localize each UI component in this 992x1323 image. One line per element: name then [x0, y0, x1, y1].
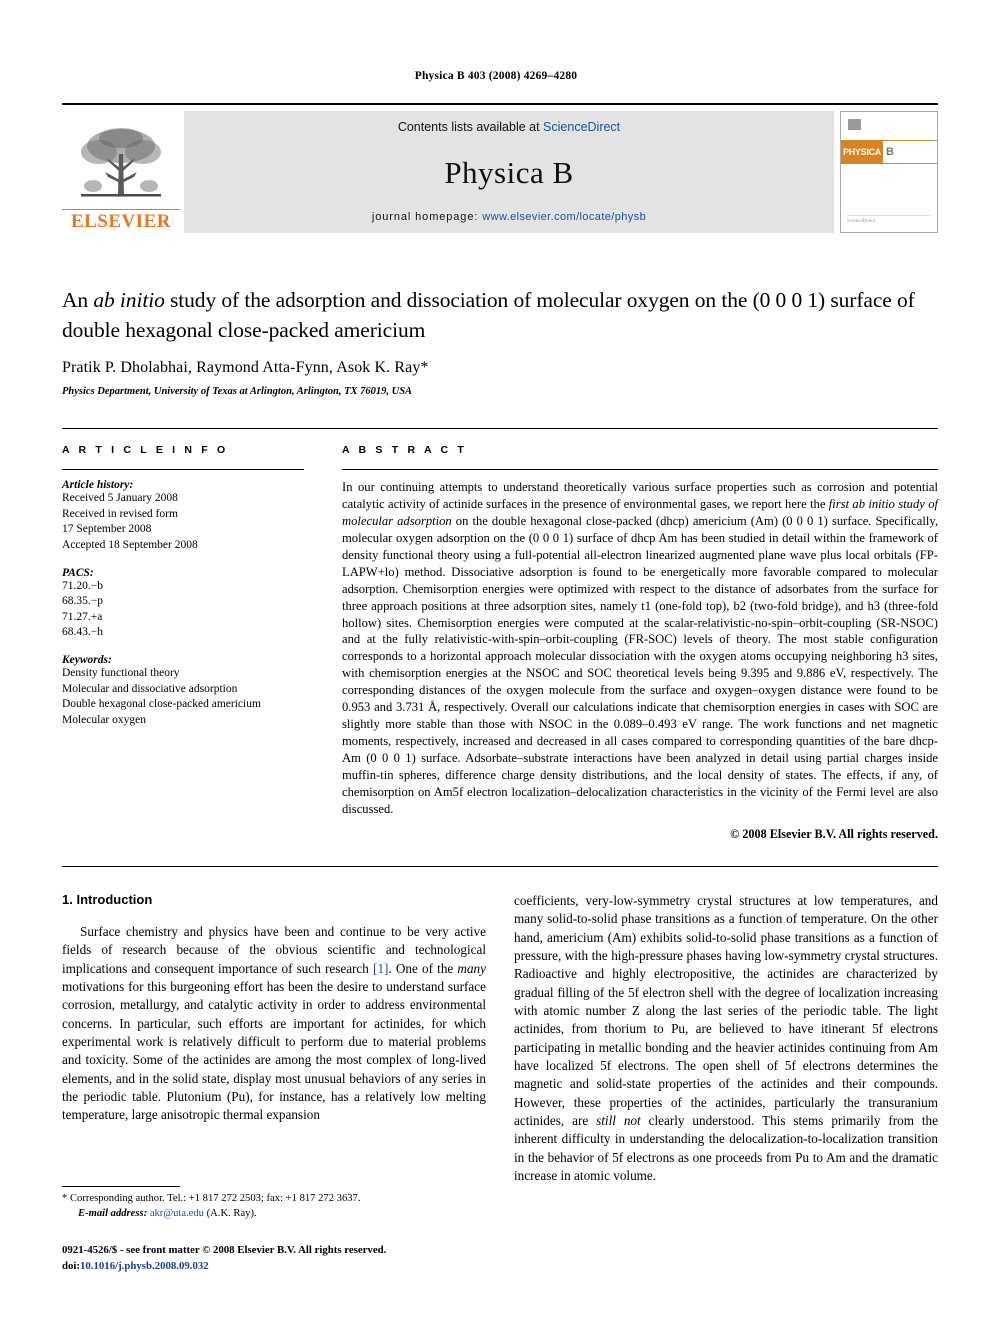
section-heading-introduction: 1. Introduction	[62, 892, 153, 907]
journal-homepage-link[interactable]: www.elsevier.com/locate/physb	[482, 211, 646, 223]
corresponding-author-footnote: * Corresponding author. Tel.: +1 817 272…	[62, 1186, 486, 1222]
pacs-item: 71.27.+a	[62, 610, 103, 623]
issn-line: 0921-4526/$ - see front matter © 2008 El…	[62, 1244, 387, 1256]
article-history-title: Article history:	[62, 479, 134, 491]
keyword-item: Density functional theory	[62, 667, 180, 679]
body-top-rule	[62, 866, 938, 867]
pacs-title: PACS:	[62, 566, 94, 579]
homepage-prefix: journal homepage:	[371, 211, 483, 223]
intro-left-italic: many	[457, 960, 486, 976]
intro-paragraph-right: coefficients, very-low-symmetry crystal …	[514, 892, 938, 1186]
pacs-item: 68.35.−p	[62, 595, 103, 608]
pacs-item: 68.43.−h	[62, 626, 103, 639]
journal-homepage-line: journal homepage: www.elsevier.com/locat…	[372, 211, 646, 223]
contents-available-line: Contents lists available at ScienceDirec…	[398, 120, 620, 134]
title-italic: ab initio	[93, 288, 165, 312]
email-suffix: (A.K. Ray).	[203, 1208, 257, 1220]
cover-title-band: PHYSICA B	[841, 140, 937, 164]
email-address-label: E-mail address:	[78, 1208, 148, 1220]
title-post: study of the adsorption and dissociation…	[164, 288, 717, 312]
sciencedirect-link[interactable]: ScienceDirect	[543, 120, 620, 134]
article-history-item: 17 September 2008	[62, 523, 152, 536]
affiliation: Physics Department, University of Texas …	[62, 386, 413, 398]
keyword-item: Molecular oxygen	[62, 713, 146, 726]
intro-paragraph-left: Surface chemistry and physics have been …	[62, 923, 486, 1125]
article-history-item: Received in revised form	[62, 507, 178, 520]
doi-line: doi:10.1016/j.physb.2008.09.032	[62, 1259, 562, 1275]
intro-right-part-1: coefficients, very-low-symmetry crystal …	[514, 893, 938, 1129]
article-info-rule	[62, 469, 304, 470]
abstract-rule	[342, 469, 938, 470]
running-head: Physica B 403 (2008) 4269–4280	[414, 70, 578, 82]
article-history-item: Accepted 18 September 2008	[62, 538, 198, 551]
elsevier-tree-icon	[81, 128, 161, 197]
body-column-left: 1. Introduction Surface chemistry and ph…	[62, 892, 486, 1125]
masthead-center-panel: Contents lists available at ScienceDirec…	[184, 111, 834, 233]
body-column-right: coefficients, very-low-symmetry crystal …	[514, 892, 938, 1186]
cover-footer-left: ScienceDirect	[847, 219, 876, 224]
cover-band-physica: PHYSICA	[841, 141, 883, 163]
abstract-copyright: © 2008 Elsevier B.V. All rights reserved…	[730, 826, 938, 841]
cover-footer: ScienceDirect	[847, 215, 931, 224]
elsevier-wordmark: ELSEVIER	[62, 209, 180, 231]
abstract-label: A B S T R A C T	[342, 444, 467, 456]
keywords-group: Keywords: Density functional theory Mole…	[62, 654, 304, 729]
keyword-item: Molecular and dissociative adsorption	[62, 682, 238, 695]
email-address-link[interactable]: akr@uta.edu	[150, 1208, 204, 1219]
issn-doi-footer: 0921-4526/$ - see front matter © 2008 El…	[62, 1243, 562, 1274]
title-pre: An	[62, 288, 94, 312]
contents-prefix: Contents lists available at	[397, 120, 544, 134]
keyword-item: Double hexagonal close-packed americium	[62, 698, 261, 711]
article-info-label: A R T I C L E I N F O	[62, 444, 229, 456]
cover-band-subtitle: B	[883, 141, 937, 163]
article-first-page: Physica B 403 (2008) 4269–4280 ELSEVIER …	[0, 0, 992, 1323]
citation-link-1[interactable]: [1]	[373, 961, 388, 976]
cover-top-emblem-icon	[848, 119, 861, 130]
footnote-email-line: E-mail address: akr@uta.edu (A.K. Ray).	[62, 1206, 486, 1221]
keywords-title: Keywords:	[62, 654, 112, 666]
pacs-group: PACS: 71.20.−b 68.35.−p 71.27.+a 68.43.−…	[62, 567, 304, 642]
paper-title: An ab initio study of the adsorption and…	[62, 286, 938, 345]
intro-left-part-3: motivations for this burgeoning effort h…	[62, 979, 486, 1123]
abstract-text: In our continuing attempts to understand…	[342, 479, 938, 818]
journal-cover-thumbnail[interactable]: PHYSICA B ScienceDirect	[840, 111, 938, 233]
abstract-part-2: on the double hexagonal close-packed (dh…	[342, 513, 938, 816]
abstract-column: A B S T R A C T In our continuing attemp…	[342, 444, 938, 842]
article-info-column: A R T I C L E I N F O Article history: R…	[62, 444, 304, 729]
elsevier-logo: ELSEVIER	[62, 111, 180, 233]
journal-masthead: ELSEVIER Contents lists available at Sci…	[62, 103, 938, 233]
info-top-rule	[62, 428, 938, 429]
intro-right-italic: still not	[596, 1113, 641, 1129]
doi-link[interactable]: 10.1016/j.physb.2008.09.032	[80, 1260, 209, 1272]
article-history-item: Received 5 January 2008	[62, 492, 178, 504]
author-list: Pratik P. Dholabhai, Raymond Atta-Fynn, …	[62, 359, 429, 377]
title-block: An ab initio study of the adsorption and…	[62, 286, 938, 397]
footnote-rule	[62, 1186, 180, 1187]
footnote-contact-line: * Corresponding author. Tel.: +1 817 272…	[62, 1191, 486, 1206]
intro-left-part-2: . One of the	[388, 960, 458, 976]
footnote-contact-text: Corresponding author. Tel.: +1 817 272 2…	[67, 1193, 361, 1204]
journal-title: Physica B	[444, 154, 574, 190]
pacs-item: 71.20.−b	[62, 579, 103, 592]
cover-band-letter: B	[886, 146, 894, 158]
doi-label: doi:	[62, 1259, 80, 1272]
